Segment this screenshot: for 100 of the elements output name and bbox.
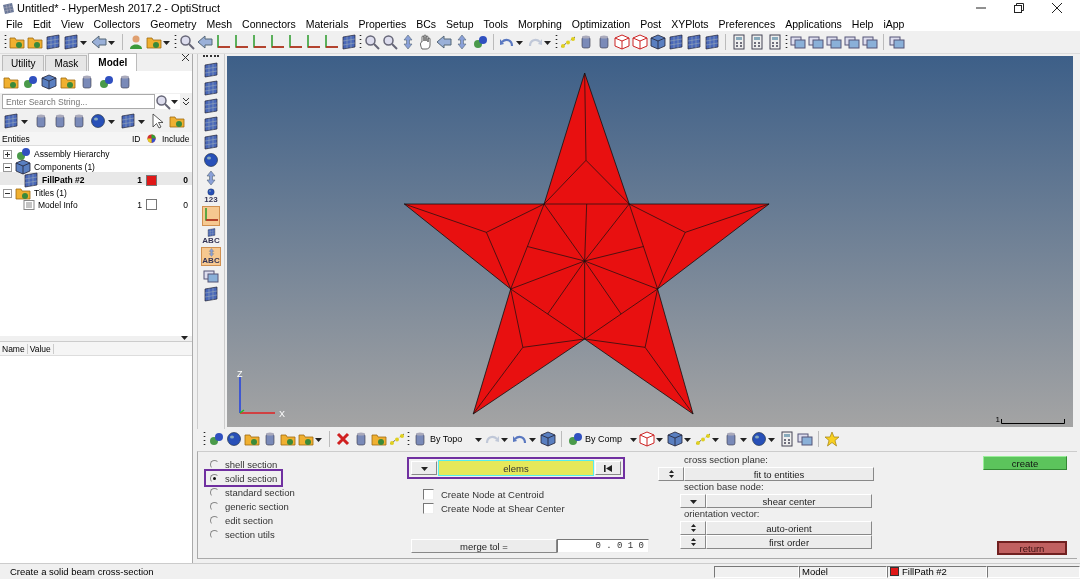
panel-icon[interactable] (206, 228, 216, 237)
window-icon[interactable] (826, 34, 842, 50)
user-icon[interactable] (128, 34, 144, 50)
panel-icon[interactable] (686, 34, 702, 50)
line-nodes-icon[interactable] (695, 431, 711, 447)
entity-selector[interactable]: elems (438, 460, 594, 476)
caret-icon[interactable] (420, 464, 428, 472)
tree-label[interactable]: Model Info (38, 199, 78, 210)
folder-icon[interactable] (9, 34, 25, 50)
double-arrow-icon[interactable] (203, 170, 219, 186)
caret-icon[interactable] (689, 497, 697, 505)
color-wheel-icon[interactable] (146, 133, 157, 144)
menu-item[interactable]: Help (846, 17, 879, 30)
calculator-icon[interactable] (731, 34, 747, 50)
caret-icon[interactable] (21, 117, 28, 125)
sphere-icon[interactable] (226, 431, 242, 447)
cylinder-icon[interactable] (353, 431, 369, 447)
column-header[interactable]: Value (27, 343, 54, 354)
collapse-icon[interactable] (3, 162, 12, 172)
browser-tab[interactable]: Model (88, 53, 138, 71)
menu-item[interactable]: Materials (300, 17, 354, 30)
merge-tol-field[interactable]: 0 . 0 1 0 (557, 539, 649, 553)
menu-item[interactable]: Morphing (513, 17, 567, 30)
sphere-pair-icon[interactable] (472, 34, 488, 50)
window-icon[interactable] (203, 268, 219, 284)
folder-icon[interactable] (280, 431, 296, 447)
sphere-pair-icon[interactable] (567, 431, 583, 447)
folder-icon[interactable] (27, 34, 43, 50)
menu-item[interactable]: Tools (478, 17, 514, 30)
panel-icon[interactable] (45, 34, 61, 50)
spinner-icon[interactable] (690, 538, 696, 546)
magnifier-icon[interactable] (179, 34, 195, 50)
panel-icon[interactable] (23, 172, 39, 188)
panel-icon[interactable] (203, 286, 219, 302)
browser-tab[interactable]: Utility (2, 55, 45, 71)
caret-icon[interactable] (516, 38, 523, 46)
caret-icon[interactable] (630, 435, 637, 443)
panel-icon[interactable] (203, 134, 219, 150)
sphere-pair-icon[interactable] (208, 431, 224, 447)
plane-option-button[interactable]: fit to entities (684, 467, 874, 481)
toggle-button[interactable] (680, 521, 706, 535)
menu-item[interactable]: Geometry (145, 17, 202, 30)
calculator-icon[interactable] (749, 34, 765, 50)
window-icon[interactable] (844, 34, 860, 50)
spinner-icon[interactable] (690, 524, 696, 532)
axes-icon[interactable] (203, 207, 219, 223)
cylinder-icon[interactable] (578, 34, 594, 50)
cylinder-icon[interactable] (412, 431, 428, 447)
cylinder-icon[interactable] (79, 74, 95, 90)
checkbox-label[interactable]: Create Node at Shear Center (441, 502, 565, 514)
menu-item[interactable]: Optimization (566, 17, 636, 30)
caret-icon[interactable] (529, 435, 536, 443)
color-swatch[interactable] (146, 199, 157, 210)
panel-icon[interactable] (203, 80, 219, 96)
panel-icon[interactable] (203, 98, 219, 114)
filter-dropdown[interactable]: By Comp (567, 431, 637, 447)
axes-icon[interactable] (233, 34, 249, 50)
panel-icon[interactable] (203, 62, 219, 78)
radio-option[interactable]: shell section (206, 457, 282, 471)
window-icon[interactable] (889, 34, 905, 50)
spinner-icon[interactable] (668, 470, 674, 478)
menu-item[interactable]: View (56, 17, 89, 30)
menu-item[interactable]: XYPlots (666, 17, 714, 30)
caret-icon[interactable] (501, 435, 508, 443)
caret-icon[interactable] (740, 435, 747, 443)
cube-icon[interactable] (41, 74, 57, 90)
window-icon[interactable] (808, 34, 824, 50)
menu-item[interactable]: Edit (27, 17, 56, 30)
create-button[interactable]: create (983, 456, 1067, 470)
menu-item[interactable]: Properties (353, 17, 412, 30)
tree-label[interactable]: Titles (1) (34, 188, 67, 198)
caret-icon[interactable] (171, 98, 178, 105)
window-icon[interactable] (790, 34, 806, 50)
color-swatch[interactable] (146, 174, 157, 186)
radio-option[interactable]: section utils (206, 527, 279, 541)
magnifier-icon[interactable] (155, 93, 171, 110)
menu-item[interactable]: Applications (780, 17, 847, 30)
wire-cube-icon[interactable] (614, 34, 630, 50)
search-field[interactable]: Enter Search String... (2, 94, 155, 109)
close-icon[interactable] (1052, 3, 1062, 13)
menu-item[interactable]: Collectors (88, 17, 146, 30)
radio-option[interactable]: solid section (206, 471, 282, 485)
folder-icon[interactable] (169, 113, 185, 129)
folder-icon[interactable] (15, 185, 31, 201)
caret-icon[interactable] (108, 117, 115, 125)
menu-item[interactable]: Preferences (713, 17, 781, 30)
cylinder-icon[interactable] (596, 34, 612, 50)
sphere-pair-icon[interactable] (22, 74, 38, 90)
hand-icon[interactable] (418, 34, 434, 50)
browser-tab[interactable]: Mask (45, 55, 88, 71)
axes-icon[interactable] (305, 34, 321, 50)
orientation-option-button[interactable]: auto-orient (706, 521, 872, 535)
axes-icon[interactable] (269, 34, 285, 50)
menu-item[interactable]: Setup (441, 17, 479, 30)
panel-icon[interactable] (203, 116, 219, 132)
restore-icon[interactable] (1014, 3, 1024, 13)
merge-tol-button[interactable]: merge tol = (411, 539, 557, 553)
sphere-icon[interactable] (90, 113, 106, 129)
caret-icon[interactable] (768, 435, 775, 443)
checkbox-label[interactable]: Create Node at Centroid (441, 488, 544, 500)
